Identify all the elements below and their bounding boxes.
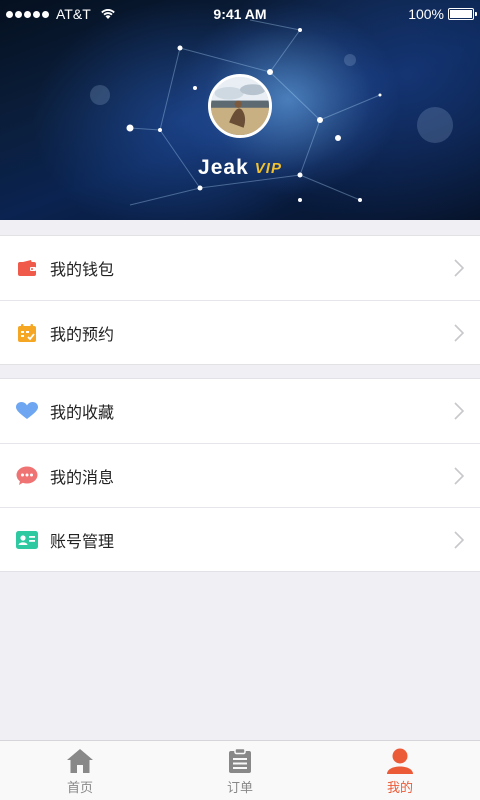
menu-item-messages[interactable]: 我的消息 <box>0 443 480 507</box>
menu-label-wallet: 我的钱包 <box>50 260 115 279</box>
heart-icon <box>16 400 38 422</box>
id-card-icon <box>16 529 38 551</box>
menu-item-favorites[interactable]: 我的收藏 <box>0 379 480 443</box>
clipboard-icon <box>229 748 251 773</box>
chevron-right-icon <box>454 467 464 485</box>
tab-bar: 首页 订单 我的 <box>0 740 480 800</box>
wallet-icon <box>16 257 38 279</box>
battery-icon <box>448 8 477 20</box>
avatar[interactable] <box>208 74 272 138</box>
status-bar: AT&T 9:41 AM 100% <box>0 0 480 28</box>
calendar-icon <box>16 322 38 344</box>
tab-home[interactable]: 首页 <box>0 741 160 800</box>
username-row: Jeak VIP <box>0 156 480 180</box>
tab-profile[interactable]: 我的 <box>320 741 480 800</box>
tab-label-orders: 订单 <box>226 781 253 796</box>
tab-orders[interactable]: 订单 <box>160 741 320 800</box>
chevron-right-icon <box>454 402 464 420</box>
message-icon <box>16 465 38 487</box>
menu-group-personal: 我的收藏 我的消息 账号管理 <box>0 378 480 572</box>
vip-badge: VIP <box>254 159 282 177</box>
avatar-image <box>211 77 269 135</box>
menu-group-account: 我的钱包 我的预约 <box>0 235 480 365</box>
menu-label-favorites: 我的收藏 <box>50 403 115 422</box>
chevron-right-icon <box>454 259 464 277</box>
tab-label-home: 首页 <box>66 781 93 796</box>
username: Jeak <box>198 156 249 179</box>
menu-label-account-management: 账号管理 <box>50 531 115 551</box>
home-icon <box>67 749 93 773</box>
menu-item-wallet[interactable]: 我的钱包 <box>0 236 480 300</box>
tab-label-profile: 我的 <box>386 781 413 796</box>
chevron-right-icon <box>454 324 464 342</box>
battery-percentage: 100% <box>408 6 444 22</box>
chevron-right-icon <box>454 531 464 549</box>
user-icon <box>387 748 413 774</box>
menu-label-appointments: 我的预约 <box>50 324 115 344</box>
profile-header: AT&T 9:41 AM 100% Jeak VIP <box>0 0 480 220</box>
menu-item-account-management[interactable]: 账号管理 <box>0 507 480 571</box>
menu-label-messages: 我的消息 <box>50 467 115 487</box>
menu-item-appointments[interactable]: 我的预约 <box>0 300 480 364</box>
